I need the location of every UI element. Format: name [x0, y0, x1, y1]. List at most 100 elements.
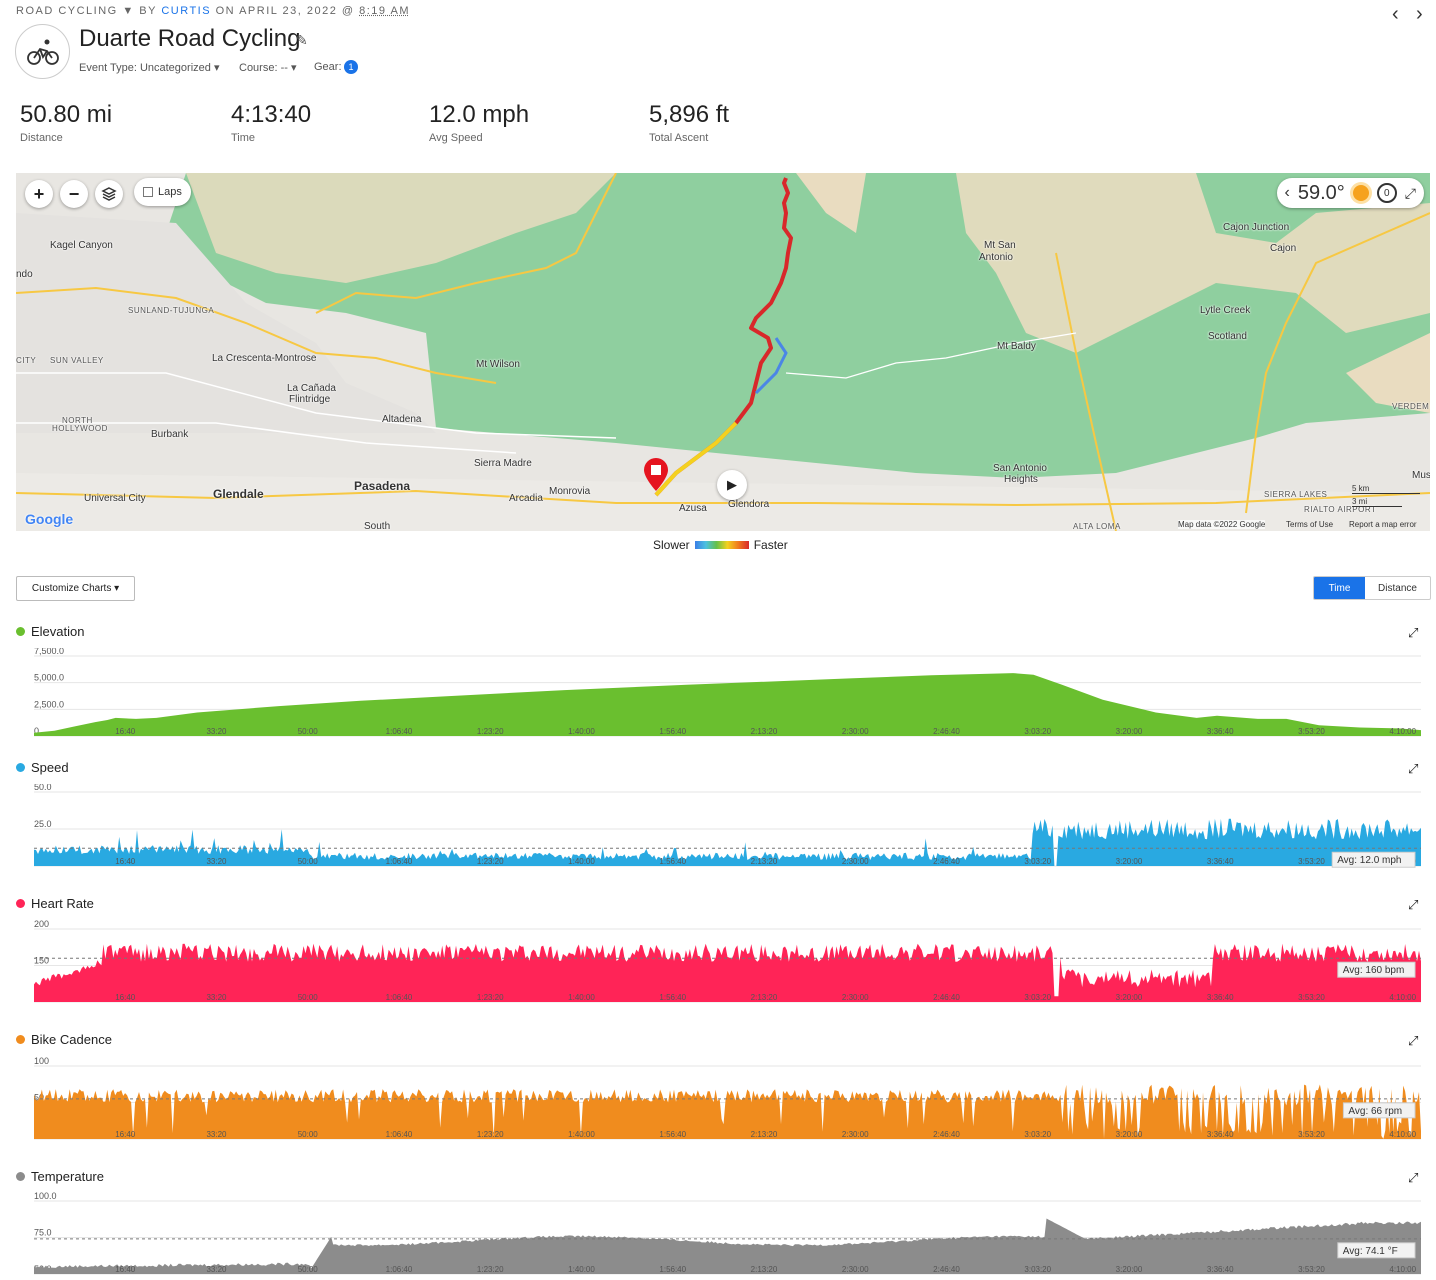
fullscreen-icon[interactable]: ⤢ — [1405, 185, 1416, 202]
x-tick-label: 50:00 — [298, 1130, 319, 1139]
expand-icon[interactable]: ⤢ — [1408, 761, 1418, 777]
map-pin-icon[interactable] — [643, 458, 669, 492]
x-tick-label: 1:56:40 — [659, 727, 686, 736]
x-tick-label: 50:00 — [298, 993, 319, 1002]
x-tick-label: 2:13:20 — [751, 727, 778, 736]
terms-link[interactable]: Terms of Use — [1286, 520, 1333, 529]
x-tick-label: 2:30:00 — [842, 1265, 869, 1274]
map-label: Glendora — [728, 499, 770, 510]
map-label: La Cañada — [287, 383, 336, 394]
x-tick-label: 1:40:00 — [568, 1130, 595, 1139]
map-label: Burbank — [151, 429, 189, 440]
temperature-chart[interactable]: 100.075.050.016:4033:2050:001:06:401:23:… — [16, 1192, 1430, 1278]
map-label: SIERRA LAKES — [1264, 490, 1328, 499]
page-title: Duarte Road Cycling — [79, 25, 301, 52]
zoom-in-button[interactable]: + — [25, 180, 53, 208]
caret-down-icon: ▼ — [122, 5, 135, 17]
expand-icon[interactable]: ⤢ — [1408, 897, 1418, 913]
x-tick-label: 2:13:20 — [751, 1265, 778, 1274]
average-label: Avg: 160 bpm — [1337, 961, 1416, 978]
x-tick-label: 3:36:40 — [1207, 727, 1234, 736]
map-label: Mt San — [984, 240, 1016, 251]
previous-activity-button[interactable]: ‹ — [1392, 3, 1399, 26]
gear-label: Gear: — [314, 61, 342, 73]
x-tick-label: 1:06:40 — [386, 857, 413, 866]
map-label: Lytle Creek — [1200, 305, 1251, 316]
course-dropdown[interactable]: Course: -- ▾ — [239, 61, 297, 74]
route-map[interactable]: + − Laps ‹ 59.0° 0 ⤢ Kagel Canyon SUNLAN… — [16, 173, 1430, 531]
laps-toggle[interactable]: Laps — [134, 178, 191, 206]
customize-charts-button[interactable]: Customize Charts ▾ — [16, 576, 135, 601]
expand-icon[interactable]: ⤢ — [1408, 625, 1418, 641]
map-label: Cajon Junction — [1223, 222, 1290, 233]
x-tick-label: 33:20 — [206, 727, 227, 736]
speed-chart[interactable]: 50.025.00.016:4033:2050:001:06:401:23:20… — [16, 784, 1430, 874]
x-tick-label: 16:40 — [115, 1130, 136, 1139]
map-label: Glendale — [213, 487, 264, 501]
x-tick-label: 1:23:20 — [477, 993, 504, 1002]
x-tick-label: 3:36:40 — [1207, 857, 1234, 866]
x-tick-label: 3:03:20 — [1024, 1130, 1051, 1139]
map-label: Scotland — [1208, 331, 1247, 342]
zoom-out-button[interactable]: − — [60, 180, 88, 208]
edit-pencil-icon[interactable]: ✎ — [296, 32, 308, 49]
y-tick-label: 150 — [34, 956, 49, 966]
expand-icon[interactable]: ⤢ — [1408, 1033, 1418, 1049]
time-axis-button[interactable]: Time — [1314, 577, 1365, 599]
x-tick-label: 2:13:20 — [751, 993, 778, 1002]
map-label: SUNLAND-TUJUNGA — [128, 306, 215, 315]
x-tick-label: 1:40:00 — [568, 993, 595, 1002]
chart-title-speed: Speed — [16, 760, 69, 775]
map-label: HOLLYWOOD — [52, 424, 108, 433]
gear-count-badge[interactable]: 1 — [344, 60, 358, 74]
x-tick-label: 3:20:00 — [1116, 1130, 1143, 1139]
x-tick-label: 1:23:20 — [477, 857, 504, 866]
x-tick-label: 50:00 — [298, 727, 319, 736]
average-label-text: Avg: 66 rpm — [1348, 1106, 1402, 1117]
y-tick-label: 75.0 — [34, 1228, 52, 1238]
x-tick-label: 2:13:20 — [751, 1130, 778, 1139]
chevron-left-icon[interactable]: ‹ — [1285, 184, 1290, 202]
event-type-dropdown[interactable]: Event Type: Uncategorized ▾ — [79, 61, 219, 74]
chart-title-elevation: Elevation — [16, 624, 84, 639]
next-activity-button[interactable]: › — [1416, 3, 1423, 26]
x-tick-label: 1:06:40 — [386, 1130, 413, 1139]
sun-icon — [1352, 185, 1369, 201]
play-route-button[interactable]: ▶ — [717, 470, 747, 500]
map-attribution: Map data ©2022 Google — [1178, 520, 1266, 529]
x-tick-label: 3:03:20 — [1024, 727, 1051, 736]
distance-axis-button[interactable]: Distance — [1365, 577, 1430, 599]
x-tick-label: 33:20 — [206, 1130, 227, 1139]
elevation-chart[interactable]: 7,500.05,000.02,500.00 16:40 33:20 50:00 1:0… — [16, 648, 1430, 743]
x-tick-label: 3:53:20 — [1298, 1265, 1325, 1274]
axis-toggle[interactable]: Time Distance — [1313, 576, 1431, 600]
x-tick-label: 3:53:20 — [1298, 727, 1325, 736]
y-tick-label: 100 — [34, 1056, 49, 1066]
y-tick-label: 2,500.0 — [34, 699, 64, 709]
x-tick-label: 4:10:00 — [1389, 727, 1416, 736]
play-icon: ▶ — [727, 477, 737, 492]
average-label: Avg: 66 rpm — [1342, 1102, 1416, 1119]
user-link[interactable]: CURTIS — [161, 5, 211, 17]
heart-rate-chart[interactable]: 20015010016:4033:2050:001:06:401:23:201:… — [16, 920, 1430, 1010]
speed-gradient — [694, 541, 749, 549]
speed-legend: Slower Faster — [653, 538, 788, 552]
x-tick-label: 2:46:40 — [933, 727, 960, 736]
x-tick-label: 4:10:00 — [1389, 1130, 1416, 1139]
report-map-error-link[interactable]: Report a map error — [1349, 520, 1417, 529]
expand-icon[interactable]: ⤢ — [1408, 1170, 1418, 1186]
laps-checkbox[interactable] — [143, 187, 153, 197]
x-tick-label: 16:40 — [115, 1265, 136, 1274]
x-tick-label: 1:40:00 — [568, 727, 595, 736]
x-tick-label: 33:20 — [206, 993, 227, 1002]
x-tick-label: 1:56:40 — [659, 1265, 686, 1274]
x-tick-label: 1:40:00 — [568, 857, 595, 866]
temperature-dot — [16, 1172, 25, 1181]
google-logo: Google — [25, 511, 74, 527]
x-tick-label: 3:03:20 — [1024, 993, 1051, 1002]
cadence-chart[interactable]: 10050016:4033:2050:001:06:401:23:201:40:… — [16, 1056, 1430, 1146]
activity-type-dropdown[interactable]: ROAD CYCLING ▼ — [16, 5, 135, 17]
layers-icon[interactable] — [95, 180, 123, 208]
y-tick-label: 5,000.0 — [34, 673, 64, 683]
x-tick-label: 1:56:40 — [659, 1130, 686, 1139]
